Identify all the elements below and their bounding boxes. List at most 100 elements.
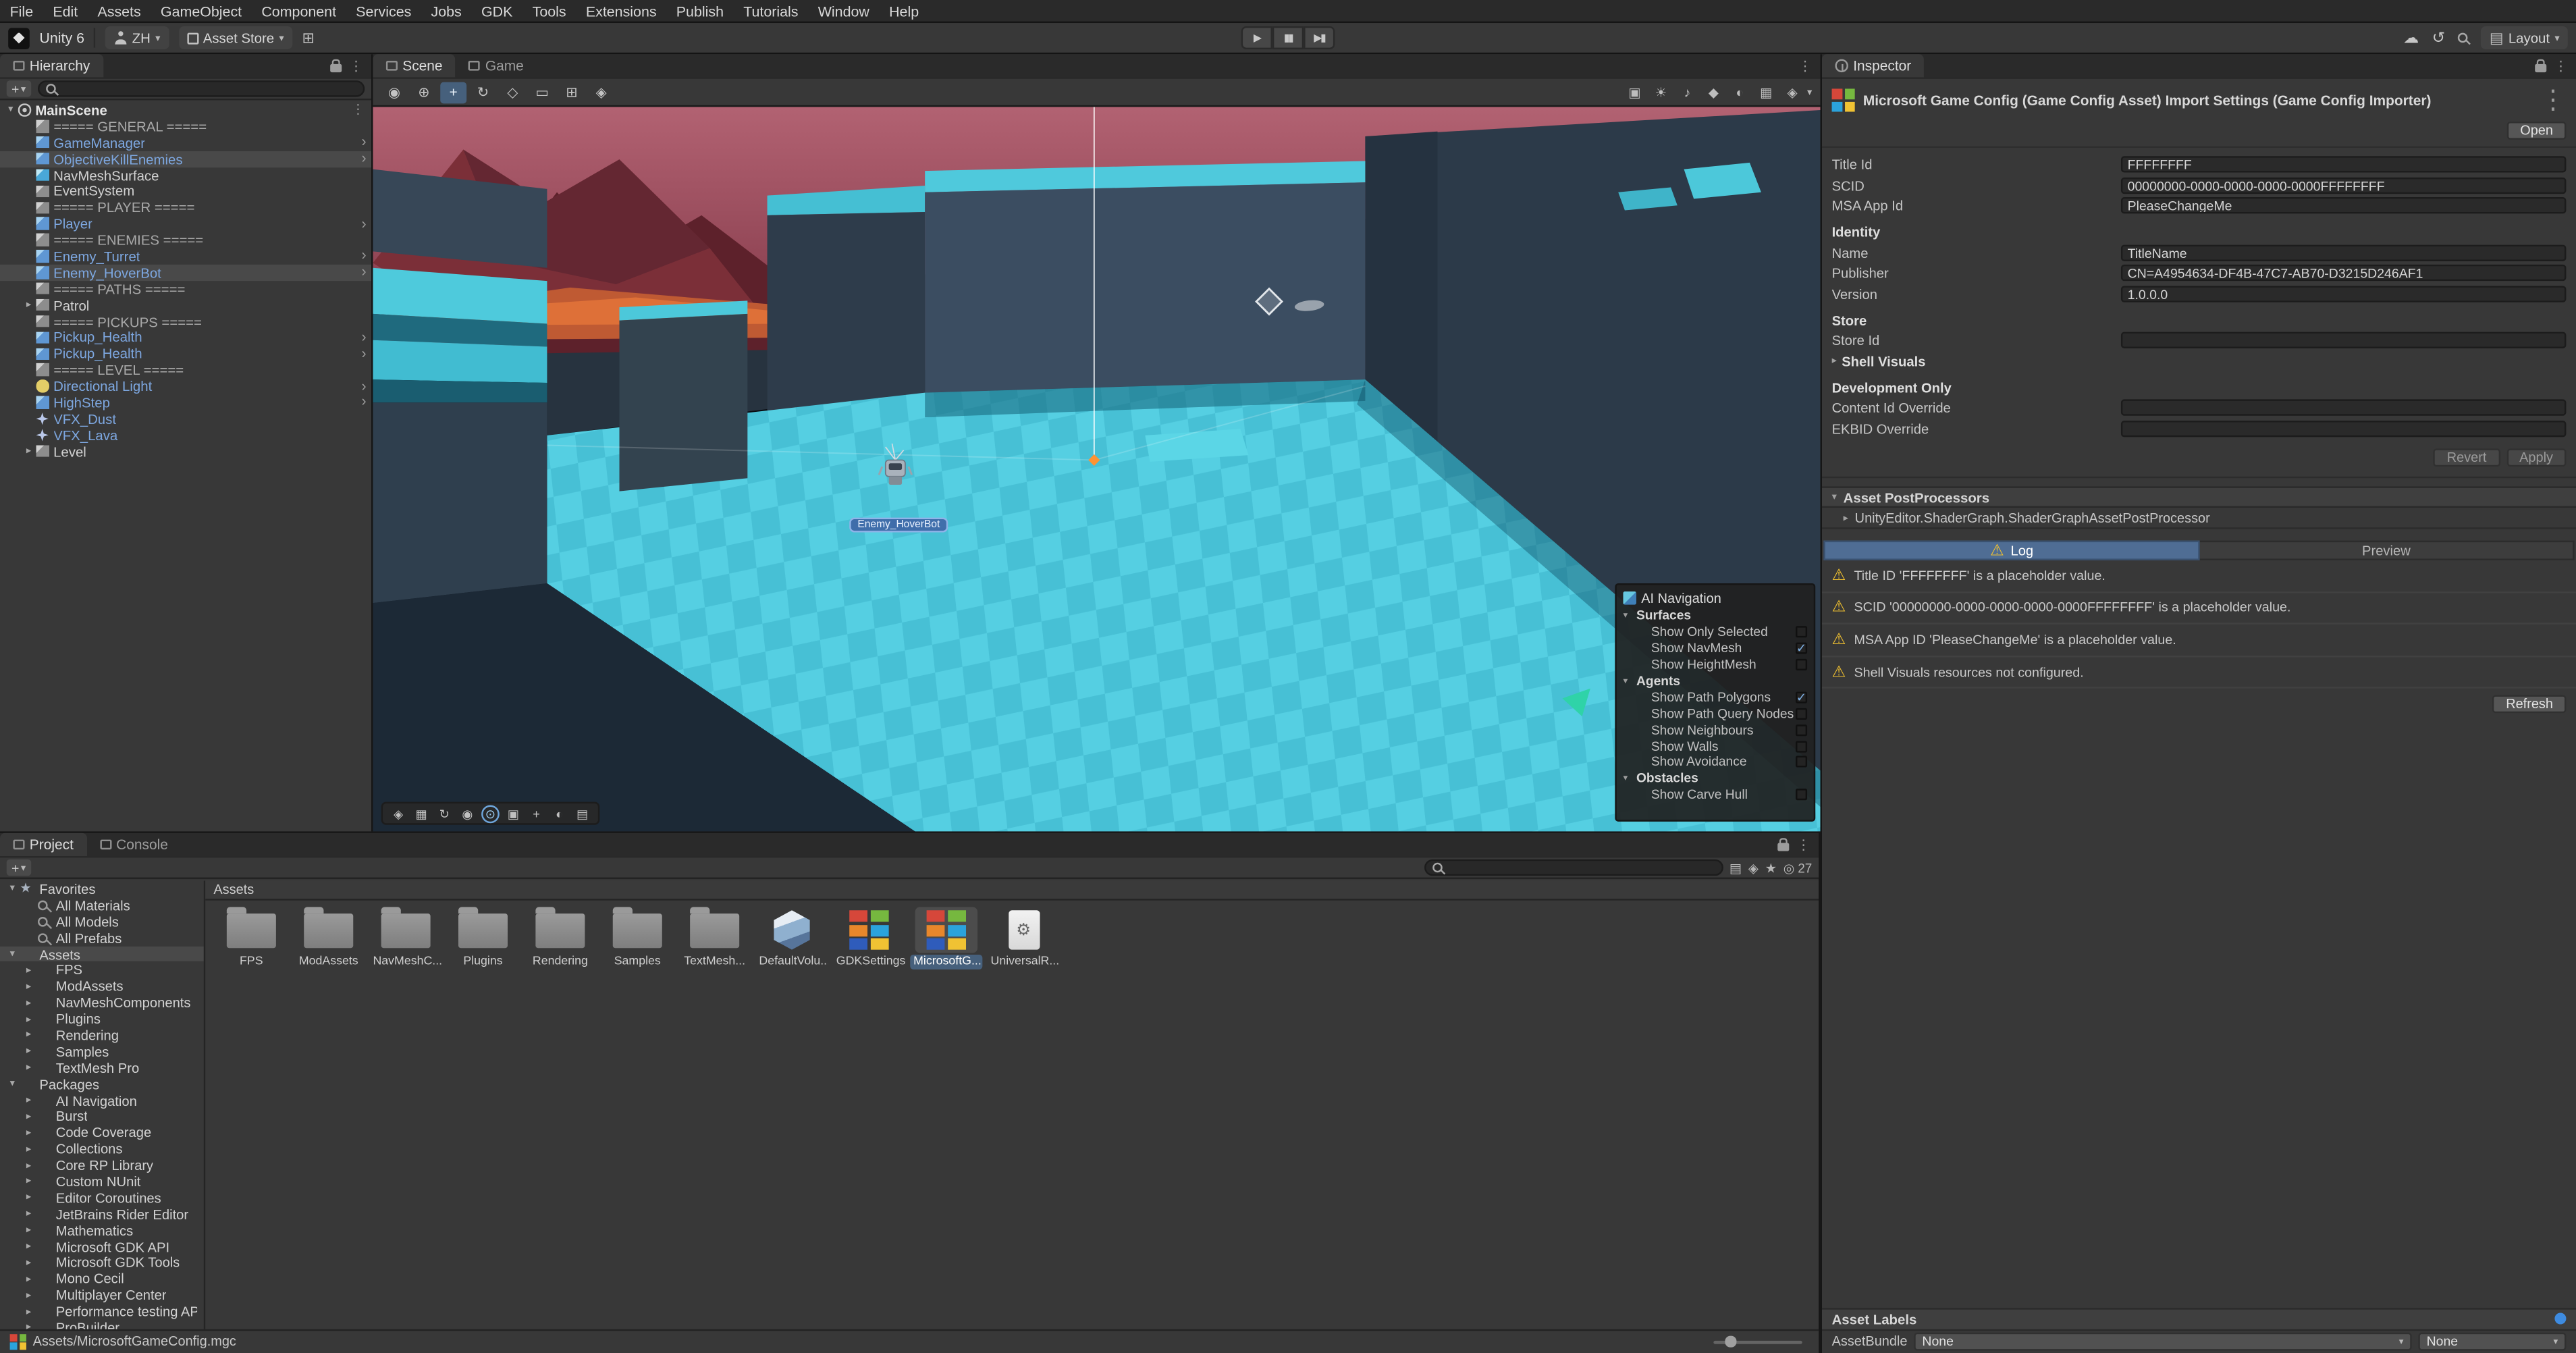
camera-icon[interactable]: ▣ xyxy=(1623,82,1646,102)
expand-arrow-icon[interactable]: ▸ xyxy=(22,1013,36,1025)
prefab-arrow-icon[interactable]: › xyxy=(361,216,366,231)
project-tree-item[interactable]: ▸ Mono Cecil xyxy=(0,1271,204,1287)
gizmos-caret-icon[interactable]: ▾ xyxy=(1807,86,1812,98)
rect-tool[interactable]: ▭ xyxy=(529,81,556,103)
layout-dropdown[interactable]: ▤ Layout ▾ xyxy=(2481,26,2568,49)
hierarchy-item[interactable]: VFX_Lava xyxy=(0,427,371,443)
expand-arrow-icon[interactable]: ▸ xyxy=(22,1208,36,1219)
project-tree-item[interactable]: ▸ Plugins xyxy=(0,1011,204,1027)
project-tree-item[interactable]: ▸ Code Coverage xyxy=(0,1125,204,1141)
foldout-arrow-icon[interactable]: ▸ xyxy=(1832,355,1837,367)
menu-item[interactable]: Extensions xyxy=(576,0,666,22)
asset-grid-item[interactable]: Samples xyxy=(601,907,674,968)
project-tree-item[interactable]: ▸ Mathematics xyxy=(0,1222,204,1238)
prefab-arrow-icon[interactable]: › xyxy=(361,330,366,345)
asset-grid-item[interactable]: Rendering xyxy=(524,907,596,968)
expand-arrow-icon[interactable]: ▸ xyxy=(22,1094,36,1106)
asset-labels-header[interactable]: Asset Labels xyxy=(1822,1307,2576,1329)
project-tree-item[interactable]: ▸ FPS xyxy=(0,962,204,978)
gizmos-dropdown[interactable]: ◈ xyxy=(1781,82,1804,102)
assetbundle-dropdown[interactable]: None ▾ xyxy=(1914,1333,2411,1350)
project-tree-item[interactable]: ▸ Performance testing API xyxy=(0,1303,204,1319)
menu-item[interactable]: Services xyxy=(346,0,421,22)
project-tree-item[interactable]: ▸ JetBrains Rider Editor xyxy=(0,1206,204,1222)
custom-tool[interactable]: ◈ xyxy=(588,81,614,103)
nav-overlay-row[interactable]: Show Path Polygons ✓ xyxy=(1623,689,1807,706)
tool-settings-icon[interactable]: ◈ xyxy=(390,804,408,822)
hierarchy-item[interactable]: Pickup_Health › xyxy=(0,329,371,346)
warning-row[interactable]: ⚠ Title ID 'FFFFFFFF' is a placeholder v… xyxy=(1822,560,2576,593)
nav-option-checkbox[interactable] xyxy=(1796,627,1807,638)
nav-overlay-row[interactable]: Show Path Query Nodes xyxy=(1623,706,1807,722)
hierarchy-item[interactable]: ===== GENERAL ===== xyxy=(0,118,371,134)
menu-item[interactable]: Tutorials xyxy=(734,0,809,22)
project-tree-item[interactable]: ▸ Samples xyxy=(0,1043,204,1059)
expand-arrow-icon[interactable]: ▸ xyxy=(22,980,36,992)
nav-option-checkbox[interactable] xyxy=(1796,724,1807,735)
create-asset-button[interactable]: + ▾ xyxy=(7,859,31,876)
project-tree-item[interactable]: ▸ Custom NUnit xyxy=(0,1173,204,1190)
step-button[interactable]: ▶▮ xyxy=(1304,26,1335,49)
asset-grid-item[interactable]: TextMesh... xyxy=(678,907,751,968)
asset-grid-item[interactable]: FPS xyxy=(215,907,288,968)
label-icon[interactable] xyxy=(2554,1313,2566,1325)
nav-overlay-row[interactable]: ▾ Surfaces xyxy=(1623,608,1807,624)
hierarchy-item[interactable]: GameManager › xyxy=(0,134,371,151)
expand-arrow-icon[interactable]: ▾ xyxy=(5,948,20,959)
expand-arrow-icon[interactable]: ▸ xyxy=(22,299,36,311)
expand-arrow-icon[interactable]: ▸ xyxy=(22,997,36,1008)
menu-item[interactable]: Edit xyxy=(43,0,88,22)
asset-grid-item[interactable]: NavMeshC... xyxy=(370,907,442,968)
prefab-arrow-icon[interactable]: › xyxy=(361,135,366,150)
shading-mode-icon[interactable]: ◐ xyxy=(550,804,568,822)
field-value[interactable]: PleaseChangeMe xyxy=(2121,197,2567,213)
project-tree-item[interactable]: ▸ ProBuilder xyxy=(0,1319,204,1328)
asset-postprocessors-header[interactable]: ▾ Asset PostProcessors xyxy=(1822,487,2576,508)
nav-option-checkbox[interactable] xyxy=(1796,741,1807,752)
menu-item[interactable]: GameObject xyxy=(151,0,251,22)
prefab-arrow-icon[interactable]: › xyxy=(361,265,366,280)
nav-option-checkbox[interactable] xyxy=(1796,708,1807,719)
prefab-arrow-icon[interactable]: › xyxy=(361,346,366,361)
menu-item[interactable]: Window xyxy=(808,0,879,22)
project-tree-item[interactable]: ▾ Favorites xyxy=(0,880,204,897)
hierarchy-item[interactable]: Player › xyxy=(0,215,371,232)
project-tree-item[interactable]: ▸ Editor Coroutines xyxy=(0,1190,204,1206)
scene-viewport[interactable]: Enemy_HoverBot AI Navigation ▾ Surfaces xyxy=(373,107,1820,831)
postprocessor-item[interactable]: ▸ UnityEditor.ShaderGraph.ShaderGraphAss… xyxy=(1822,508,2576,529)
project-tree-item[interactable]: ▸ AI Navigation xyxy=(0,1092,204,1108)
field-value[interactable]: CN=A4954634-DF4B-47C7-AB70-D3215D246AF1 xyxy=(2121,265,2567,281)
project-tree-item[interactable]: ▸ Collections xyxy=(0,1141,204,1157)
expand-arrow-icon[interactable]: ▸ xyxy=(22,1322,36,1329)
revert-button[interactable]: Revert xyxy=(2434,449,2500,467)
expand-arrow-icon[interactable]: ▸ xyxy=(22,1306,36,1317)
expand-arrow-icon[interactable]: ▸ xyxy=(22,1062,36,1073)
menu-item[interactable]: Help xyxy=(879,0,928,22)
transform-tool[interactable]: ⊞ xyxy=(558,81,585,103)
lock-icon[interactable] xyxy=(1777,843,1788,851)
expand-arrow-icon[interactable]: ▸ xyxy=(22,1046,36,1057)
warning-row[interactable]: ⚠ Shell Visuals resources not configured… xyxy=(1822,657,2576,689)
field-value[interactable] xyxy=(2121,332,2567,348)
project-tree-item[interactable]: ▸ NavMeshComponents xyxy=(0,994,204,1011)
field-value[interactable]: TitleName xyxy=(2121,244,2567,261)
asset-store-button[interactable]: Asset Store ▾ xyxy=(178,26,292,49)
project-tree-item[interactable]: ▸ Microsoft GDK Tools xyxy=(0,1254,204,1271)
hidden-packages-count[interactable]: ◎ 27 xyxy=(1783,860,1813,875)
prefab-arrow-icon[interactable]: › xyxy=(361,379,366,394)
orientation-gizmo-icon[interactable]: ⊙ xyxy=(481,804,500,822)
nav-overlay-row[interactable]: Show NavMesh ✓ xyxy=(1623,641,1807,657)
prefab-arrow-icon[interactable]: › xyxy=(361,151,366,166)
assetbundle-variant-dropdown[interactable]: None ▾ xyxy=(2418,1333,2566,1350)
hierarchy-item[interactable]: Enemy_HoverBot › xyxy=(0,265,371,281)
tab-scene[interactable]: Scene xyxy=(373,54,456,77)
nav-overlay-row[interactable]: Show Carve Hull xyxy=(1623,787,1807,803)
slider-thumb[interactable] xyxy=(1725,1336,1736,1347)
filter-by-type-icon[interactable]: ▤ xyxy=(1729,860,1742,875)
hierarchy-item[interactable]: Enemy_Turret › xyxy=(0,248,371,265)
kebab-menu-icon[interactable]: ⋮ xyxy=(349,57,363,75)
tab-project[interactable]: Project xyxy=(0,833,86,856)
hierarchy-search[interactable] xyxy=(37,80,365,97)
expand-arrow-icon[interactable]: ▸ xyxy=(22,1290,36,1301)
hierarchy-item[interactable]: ===== PATHS ===== xyxy=(0,281,371,297)
